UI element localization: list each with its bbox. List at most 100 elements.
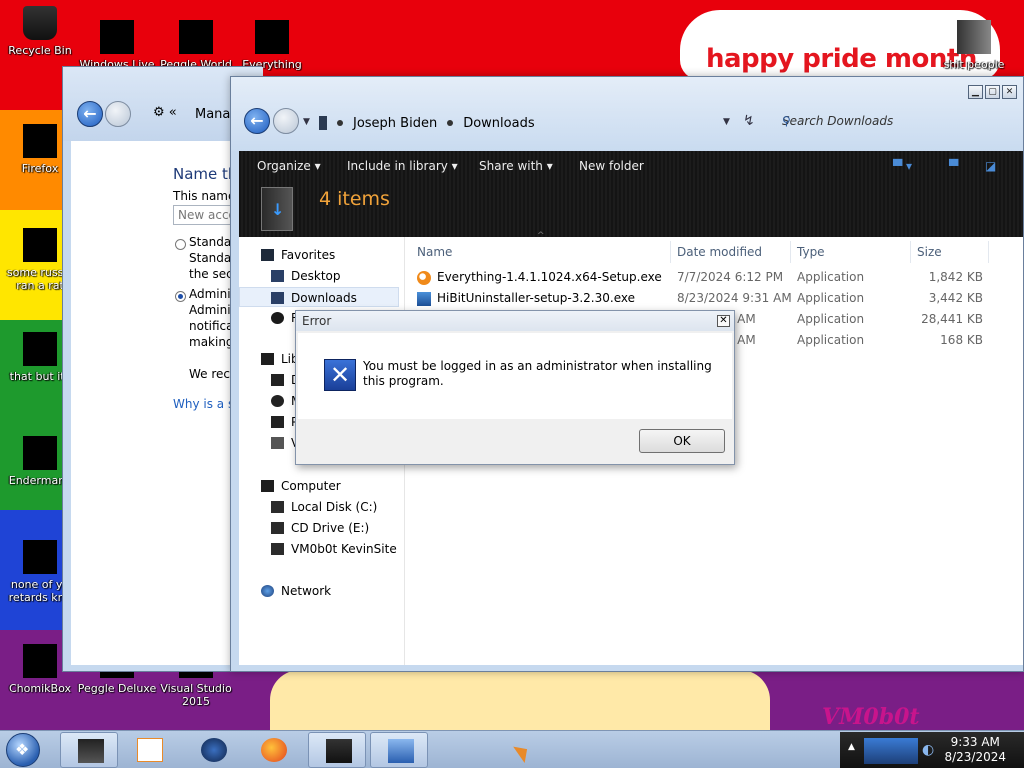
administrator-desc: Admini <box>189 303 231 317</box>
windows-live-icon <box>100 20 134 54</box>
everything-setup-icon <box>417 271 431 285</box>
file-size: 3,442 KB <box>928 291 983 305</box>
address-dropdown-icon[interactable]: ▼ <box>723 117 730 127</box>
clock[interactable]: 9:33 AM 8/23/2024 <box>944 735 1006 765</box>
breadcrumb[interactable]: Joseph Biden Downloads <box>319 113 535 133</box>
column-header-name[interactable]: Name <box>413 241 671 263</box>
everything-icon <box>255 20 289 54</box>
file-type: Application <box>797 312 865 326</box>
file-row[interactable]: Everything-1.4.1.1024.x64-Setup.exe 7/7/… <box>405 267 1023 288</box>
column-header-label: Size <box>917 245 942 259</box>
page-heading: Name th <box>173 165 238 183</box>
column-header-type[interactable]: Type <box>793 241 911 263</box>
folder-icon <box>957 20 991 54</box>
nav-computer[interactable]: Computer <box>239 476 399 496</box>
desktop-icon-everything[interactable]: Everything <box>232 20 312 71</box>
nav-label: Downloads <box>291 291 357 305</box>
breadcrumb-separator-icon <box>447 120 454 126</box>
nav-network-drive[interactable]: VM0b0t KevinSite <box>239 539 399 559</box>
ok-button[interactable]: OK <box>639 429 725 453</box>
show-hidden-icons-icon[interactable]: ▲ <box>848 742 855 752</box>
share-with-menu[interactable]: Share with ▾ <box>479 159 553 173</box>
windows-logo-icon: ❖ <box>15 740 30 759</box>
file-name: HiBitUninstaller-setup-3.2.30.exe <box>437 291 635 305</box>
taskbar-app-installer[interactable] <box>370 732 428 768</box>
dialog-close-button[interactable]: ✕ <box>717 315 730 327</box>
minimize-button[interactable]: ▁ <box>968 85 983 99</box>
desktop-icon <box>271 270 284 282</box>
app-icon <box>23 332 57 366</box>
standard-user-radio[interactable] <box>175 239 186 250</box>
nav-cd-drive[interactable]: CD Drive (E:) <box>239 518 399 538</box>
network-icon <box>261 585 274 597</box>
libraries-icon <box>261 353 274 365</box>
back-button[interactable]: ← <box>77 101 103 127</box>
taskbar-app-explorer[interactable] <box>60 732 118 768</box>
organize-menu[interactable]: Organize ▾ <box>257 159 321 173</box>
administrator-radio[interactable] <box>175 291 186 302</box>
file-type: Application <box>797 291 865 305</box>
recent-places-icon <box>271 312 284 324</box>
dialog-title: Error <box>302 314 332 328</box>
file-size: 28,441 KB <box>921 312 983 326</box>
volume-icon[interactable]: ◐ <box>922 742 934 758</box>
installer-icon <box>417 292 431 306</box>
network-tray-icon[interactable] <box>864 738 918 764</box>
nav-label: Computer <box>281 479 341 493</box>
taskbar-app-firefox[interactable] <box>244 732 302 768</box>
control-panel-icon: ⚙ « <box>153 105 177 120</box>
new-folder-button[interactable]: New folder <box>579 159 644 173</box>
videos-icon <box>271 437 284 449</box>
desktop-icon-peggle-world[interactable]: Peggle World <box>156 20 236 71</box>
forward-button[interactable] <box>273 108 299 134</box>
globe-icon <box>201 738 227 762</box>
nav-network[interactable]: Network <box>239 581 399 601</box>
recycle-bin-icon <box>23 6 57 40</box>
start-button[interactable]: ❖ <box>6 733 40 767</box>
taskbar-app-media-player[interactable] <box>120 732 178 768</box>
taskbar-app-globe[interactable] <box>184 732 242 768</box>
firefox-icon <box>23 124 57 158</box>
favorites-icon <box>261 249 274 261</box>
help-icon[interactable]: ◪ <box>985 159 996 173</box>
close-button[interactable]: ✕ <box>1002 85 1017 99</box>
preview-pane-icon[interactable]: ▀ <box>949 159 958 173</box>
clock-time: 9:33 AM <box>950 735 1000 749</box>
dialog-title-bar[interactable]: Error ✕ <box>296 311 734 331</box>
nav-favorites[interactable]: Favorites <box>239 245 399 265</box>
file-date: 7/7/2024 6:12 PM <box>677 270 784 284</box>
taskbar-app-window[interactable] <box>308 732 366 768</box>
column-header-label: Type <box>797 245 825 259</box>
refresh-icon[interactable]: ↯ <box>743 113 755 129</box>
breadcrumb-item-user[interactable]: Joseph Biden <box>353 116 437 131</box>
administrator-desc-3: making <box>189 335 234 349</box>
nav-downloads[interactable]: Downloads <box>239 287 399 307</box>
explorer-title-bar: ▁ ▢ ✕ ← ▼ Joseph Biden Downloads ▼ ↯ Sea… <box>231 77 1023 151</box>
error-dialog: Error ✕ ✕ You must be logged in as an ad… <box>295 310 735 465</box>
description-text: This name <box>173 189 236 203</box>
file-size: 168 KB <box>940 333 983 347</box>
search-box[interactable]: Search Downloads ⚲ <box>776 113 1014 133</box>
desktop-icon-shit-people[interactable]: shit people <box>934 20 1014 71</box>
documents-icon <box>271 374 284 386</box>
file-date: 8/23/2024 9:31 AM <box>677 291 792 305</box>
desktop-icon-recycle-bin[interactable]: Recycle Bin <box>0 6 80 57</box>
installer-icon <box>388 739 414 763</box>
desktop-icon-windows-live[interactable]: Windows Live <box>77 20 157 71</box>
column-header-size[interactable]: Size <box>913 241 989 263</box>
file-row[interactable]: HiBitUninstaller-setup-3.2.30.exe 8/23/2… <box>405 288 1023 309</box>
network-drive-icon <box>271 543 284 555</box>
view-options-icon[interactable]: ▀ ▾ <box>893 159 912 173</box>
forward-button[interactable] <box>105 101 131 127</box>
maximize-button[interactable]: ▢ <box>985 85 1000 99</box>
desktop-icon-label: shit people <box>943 58 1005 71</box>
desktop-icon-label: ChomikBox <box>9 682 71 695</box>
breadcrumb-item-downloads[interactable]: Downloads <box>463 116 534 131</box>
media-player-icon <box>137 738 163 762</box>
include-in-library-menu[interactable]: Include in library ▾ <box>347 159 458 173</box>
back-button[interactable]: ← <box>244 108 270 134</box>
column-header-date[interactable]: Date modified <box>673 241 791 263</box>
nav-local-disk[interactable]: Local Disk (C:) <box>239 497 399 517</box>
nav-desktop[interactable]: Desktop <box>239 266 399 286</box>
recent-pages-dropdown-icon[interactable]: ▼ <box>303 117 310 127</box>
